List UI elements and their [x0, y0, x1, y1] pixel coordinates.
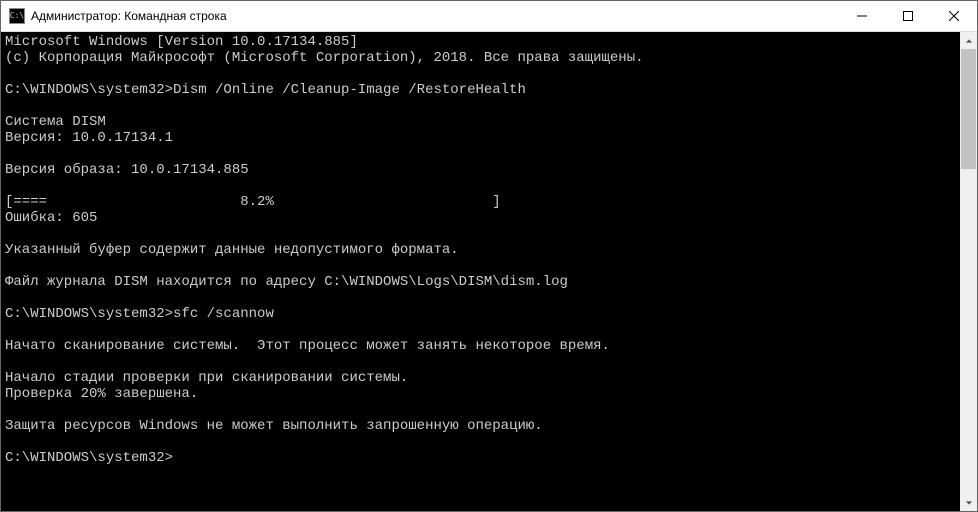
scroll-up-button[interactable] — [960, 32, 977, 49]
terminal-line — [5, 66, 956, 82]
terminal-line — [5, 322, 956, 338]
terminal-line: C:\WINDOWS\system32>Dism /Online /Cleanu… — [5, 82, 956, 98]
terminal-line — [5, 434, 956, 450]
terminal-line: Проверка 20% завершена. — [5, 386, 956, 402]
terminal-line: Файл журнала DISM находится по адресу C:… — [5, 274, 956, 290]
maximize-icon — [903, 11, 913, 21]
terminal-line — [5, 290, 956, 306]
terminal-line: Версия: 10.0.17134.1 — [5, 130, 956, 146]
terminal-line: Версия образа: 10.0.17134.885 — [5, 162, 956, 178]
terminal-line: Cистема DISM — [5, 114, 956, 130]
terminal-line: (c) Корпорация Майкрософт (Microsoft Cor… — [5, 50, 956, 66]
terminal-line — [5, 258, 956, 274]
terminal-line — [5, 98, 956, 114]
terminal-line: C:\WINDOWS\system32>sfc /scannow — [5, 306, 956, 322]
maximize-button[interactable] — [885, 1, 931, 31]
terminal-output[interactable]: Microsoft Windows [Version 10.0.17134.88… — [1, 32, 960, 511]
vertical-scrollbar[interactable] — [960, 32, 977, 511]
chevron-down-icon — [965, 499, 973, 507]
terminal-line: Указанный буфер содержит данные недопуст… — [5, 242, 956, 258]
scroll-down-button[interactable] — [960, 494, 977, 511]
terminal-line: Начало стадии проверки при сканировании … — [5, 370, 956, 386]
terminal-line — [5, 178, 956, 194]
terminal-line: [==== 8.2% ] — [5, 194, 956, 210]
terminal-line — [5, 146, 956, 162]
terminal-line: C:\WINDOWS\system32> — [5, 450, 956, 466]
client-area: Microsoft Windows [Version 10.0.17134.88… — [1, 32, 977, 511]
terminal-line — [5, 402, 956, 418]
terminal-line: Ошибка: 605 — [5, 210, 956, 226]
terminal-line: Начато сканирование системы. Этот процес… — [5, 338, 956, 354]
window-controls — [839, 1, 977, 31]
window-title: Администратор: Командная строка — [31, 9, 839, 23]
terminal-line — [5, 354, 956, 370]
cmd-app-icon-label: C:\ — [10, 12, 24, 20]
close-button[interactable] — [931, 1, 977, 31]
terminal-line: Защита ресурсов Windows не может выполни… — [5, 418, 956, 434]
titlebar[interactable]: C:\ Администратор: Командная строка — [1, 1, 977, 32]
cmd-app-icon: C:\ — [9, 8, 25, 24]
chevron-up-icon — [965, 37, 973, 45]
minimize-button[interactable] — [839, 1, 885, 31]
terminal-line — [5, 226, 956, 242]
command-prompt-window: C:\ Администратор: Командная строка Micr… — [0, 0, 978, 512]
scrollbar-track[interactable] — [960, 49, 977, 494]
close-icon — [949, 11, 959, 21]
minimize-icon — [857, 11, 867, 21]
scrollbar-thumb[interactable] — [961, 49, 976, 169]
terminal-line: Microsoft Windows [Version 10.0.17134.88… — [5, 34, 956, 50]
